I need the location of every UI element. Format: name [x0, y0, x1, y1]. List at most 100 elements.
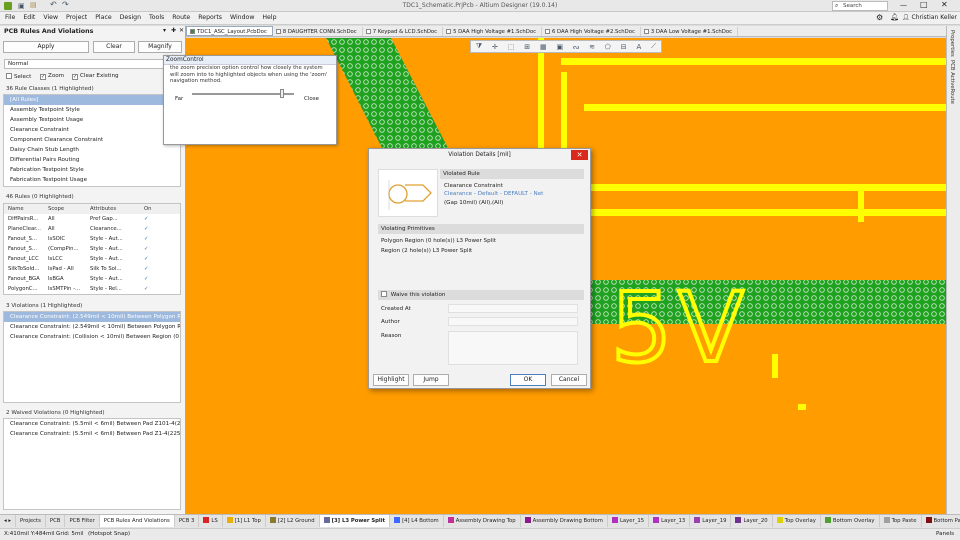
text-icon[interactable]: A: [636, 43, 641, 51]
menu-design[interactable]: Design: [116, 12, 145, 24]
align-icon[interactable]: ⊞: [524, 43, 530, 51]
layer-scroll-arrows[interactable]: ◂ ▸: [0, 515, 17, 527]
waived-violation-item[interactable]: Clearance Constraint: (5.5mil < 6mil) Be…: [4, 429, 180, 439]
table-row[interactable]: Fanout_LCC IsLCC Style - Aut... ✓: [4, 254, 180, 264]
panels-button[interactable]: Panels: [936, 529, 954, 540]
highlight-icon[interactable]: ▣: [556, 43, 563, 51]
layer-tab[interactable]: [3] L3 Power Split: [319, 515, 391, 527]
menu-reports[interactable]: Reports: [194, 12, 226, 24]
table-row[interactable]: DiffPairsR... All Pref Gap... ✓: [4, 214, 180, 224]
author-field[interactable]: [448, 317, 578, 326]
layer-tab[interactable]: [1] L1 Top: [223, 515, 266, 527]
rule-class-item[interactable]: Daisy Chain Stub Length: [4, 145, 180, 155]
route-icon[interactable]: ᔓ: [573, 43, 579, 51]
layer-tab[interactable]: Assembly Drawing Top: [444, 515, 521, 527]
highlight-button[interactable]: Highlight: [373, 374, 409, 386]
table-row[interactable]: PolygonC... IsSMTPin -... Style - Rel... ✓: [4, 284, 180, 294]
rule-class-item[interactable]: Clearance Constraint: [4, 125, 180, 135]
doc-tab[interactable]: TDC1_ASC_Layout.PcbDoc: [186, 26, 273, 36]
move-icon[interactable]: ✛: [492, 43, 498, 51]
active-route-tab[interactable]: PCB ActiveRoute: [949, 60, 955, 104]
violation-item[interactable]: Clearance Constraint: (2.549mil < 10mil)…: [4, 322, 180, 332]
layer-tab[interactable]: [4] L4 Bottom: [390, 515, 444, 527]
violation-item[interactable]: Clearance Constraint: (Collision < 10mil…: [4, 332, 180, 342]
layer-tab[interactable]: Bottom Overlay: [821, 515, 880, 527]
zoom-option[interactable]: ✓ Zoom: [40, 73, 64, 80]
rule-class-item[interactable]: Assembly Testpoint Usage: [4, 115, 180, 125]
rule-class-item[interactable]: Fabrication Testpoint Usage: [4, 175, 180, 185]
layer-tab[interactable]: Top Paste: [880, 515, 922, 527]
doc-tab[interactable]: 3 DAA Low Voltage #1.SchDoc: [641, 27, 739, 36]
zoom-slider-track[interactable]: [192, 93, 294, 95]
select-rect-icon[interactable]: ⬚: [508, 43, 515, 51]
waive-checkbox[interactable]: [381, 291, 387, 297]
gear-icon[interactable]: ⚙: [876, 13, 883, 22]
panel-menu-icon[interactable]: ▾: [163, 27, 166, 34]
panel-tab[interactable]: PCB Rules And Violations: [99, 515, 175, 527]
layer-tab[interactable]: [2] L2 Ground: [266, 515, 320, 527]
panel-pin-icon[interactable]: ✚: [171, 27, 176, 34]
polygon-icon[interactable]: ⬠: [605, 43, 611, 51]
table-row[interactable]: Fanout_S... IsSOIC Style - Aut... ✓: [4, 234, 180, 244]
zoom-slider-thumb[interactable]: [280, 89, 284, 98]
rules-col-header[interactable]: Attributes: [86, 204, 140, 214]
menu-edit[interactable]: Edit: [19, 12, 39, 24]
rule-class-item[interactable]: Fabrication Testpoint Style: [4, 165, 180, 175]
primitive-2[interactable]: Region (2 hole(s)) L3 Power Split: [381, 248, 472, 254]
violation-item[interactable]: Clearance Constraint: (2.549mil < 10mil)…: [4, 312, 180, 322]
panel-tab[interactable]: PCB: [46, 515, 66, 527]
rules-col-header[interactable]: Name: [4, 204, 44, 214]
panel-tab[interactable]: Projects: [16, 515, 46, 527]
user-account[interactable]: 👤︎ Christian Keller: [902, 12, 957, 24]
rule-class-item[interactable]: [All Rules]: [4, 95, 180, 105]
menu-tools[interactable]: Tools: [145, 12, 168, 24]
zoom-checkbox[interactable]: ✓: [40, 74, 46, 80]
panel-tab[interactable]: PCB 3: [175, 515, 200, 527]
layer-tab[interactable]: Layer_20: [731, 515, 773, 527]
close-window-button[interactable]: ✕: [941, 0, 948, 9]
panel-tab[interactable]: PCB Filter: [65, 515, 100, 527]
line-icon[interactable]: ⟋: [651, 42, 656, 51]
panel-close-icon[interactable]: ✕: [179, 27, 184, 34]
table-row[interactable]: Fanout_BGA IsBGA Style - Aut... ✓: [4, 274, 180, 284]
layer-tab[interactable]: Bottom Paste: [922, 515, 960, 527]
rules-col-header[interactable]: On: [140, 204, 170, 214]
diff-pair-icon[interactable]: ≋: [589, 43, 595, 51]
menu-project[interactable]: Project: [62, 12, 91, 24]
clear-button[interactable]: Clear: [93, 41, 135, 53]
rules-col-header[interactable]: Scope: [44, 204, 86, 214]
mode-select[interactable]: Normal: [4, 59, 182, 69]
apply-button[interactable]: Apply: [3, 41, 89, 53]
dimension-icon[interactable]: ⊟: [621, 43, 627, 51]
minimize-button[interactable]: —: [900, 1, 907, 9]
ok-button[interactable]: OK: [510, 374, 546, 386]
doc-tab[interactable]: 8 DAUGHTER CONN.SchDoc: [273, 27, 363, 36]
menu-window[interactable]: Window: [226, 12, 258, 24]
jump-button[interactable]: Jump: [413, 374, 449, 386]
maximize-button[interactable]: □: [920, 0, 928, 9]
properties-tab[interactable]: Properties: [949, 30, 955, 57]
menu-route[interactable]: Route: [168, 12, 194, 24]
select-checkbox[interactable]: [6, 73, 12, 79]
cancel-button[interactable]: Cancel: [551, 374, 587, 386]
menu-file[interactable]: File: [1, 12, 19, 24]
layer-tab[interactable]: Layer_15: [608, 515, 650, 527]
select-option[interactable]: Select: [6, 73, 31, 80]
rule-class-item[interactable]: Assembly Testpoint Style: [4, 105, 180, 115]
primitive-1[interactable]: Polygon Region (0 hole(s)) L3 Power Spli…: [381, 238, 496, 244]
doc-tab[interactable]: 7 Keypad & LCD.SchDoc: [363, 27, 444, 36]
waived-violation-item[interactable]: Clearance Constraint: (5.5mil < 6mil) Be…: [4, 419, 180, 429]
clear-existing-checkbox[interactable]: ✓: [72, 74, 78, 80]
table-row[interactable]: SilkToSold... IsPad - All Silk To Sol... ✓: [4, 264, 180, 274]
magnify-button[interactable]: Magnify: [138, 41, 182, 53]
dialog-close-button[interactable]: ✕: [571, 150, 588, 160]
reason-field[interactable]: [448, 331, 578, 365]
table-row[interactable]: Fanout_S... (CompPin... Style - Aut... ✓: [4, 244, 180, 254]
clear-existing-option[interactable]: ✓ Clear Existing: [72, 73, 119, 80]
layer-tab[interactable]: Layer_13: [649, 515, 691, 527]
component-icon[interactable]: ▦: [540, 43, 547, 51]
search-box[interactable]: ⌕ Search: [832, 1, 888, 11]
layer-tab[interactable]: Assembly Drawing Bottom: [521, 515, 608, 527]
rule-class-item[interactable]: Component Clearance Constraint: [4, 135, 180, 145]
layer-tab[interactable]: Top Overlay: [773, 515, 821, 527]
